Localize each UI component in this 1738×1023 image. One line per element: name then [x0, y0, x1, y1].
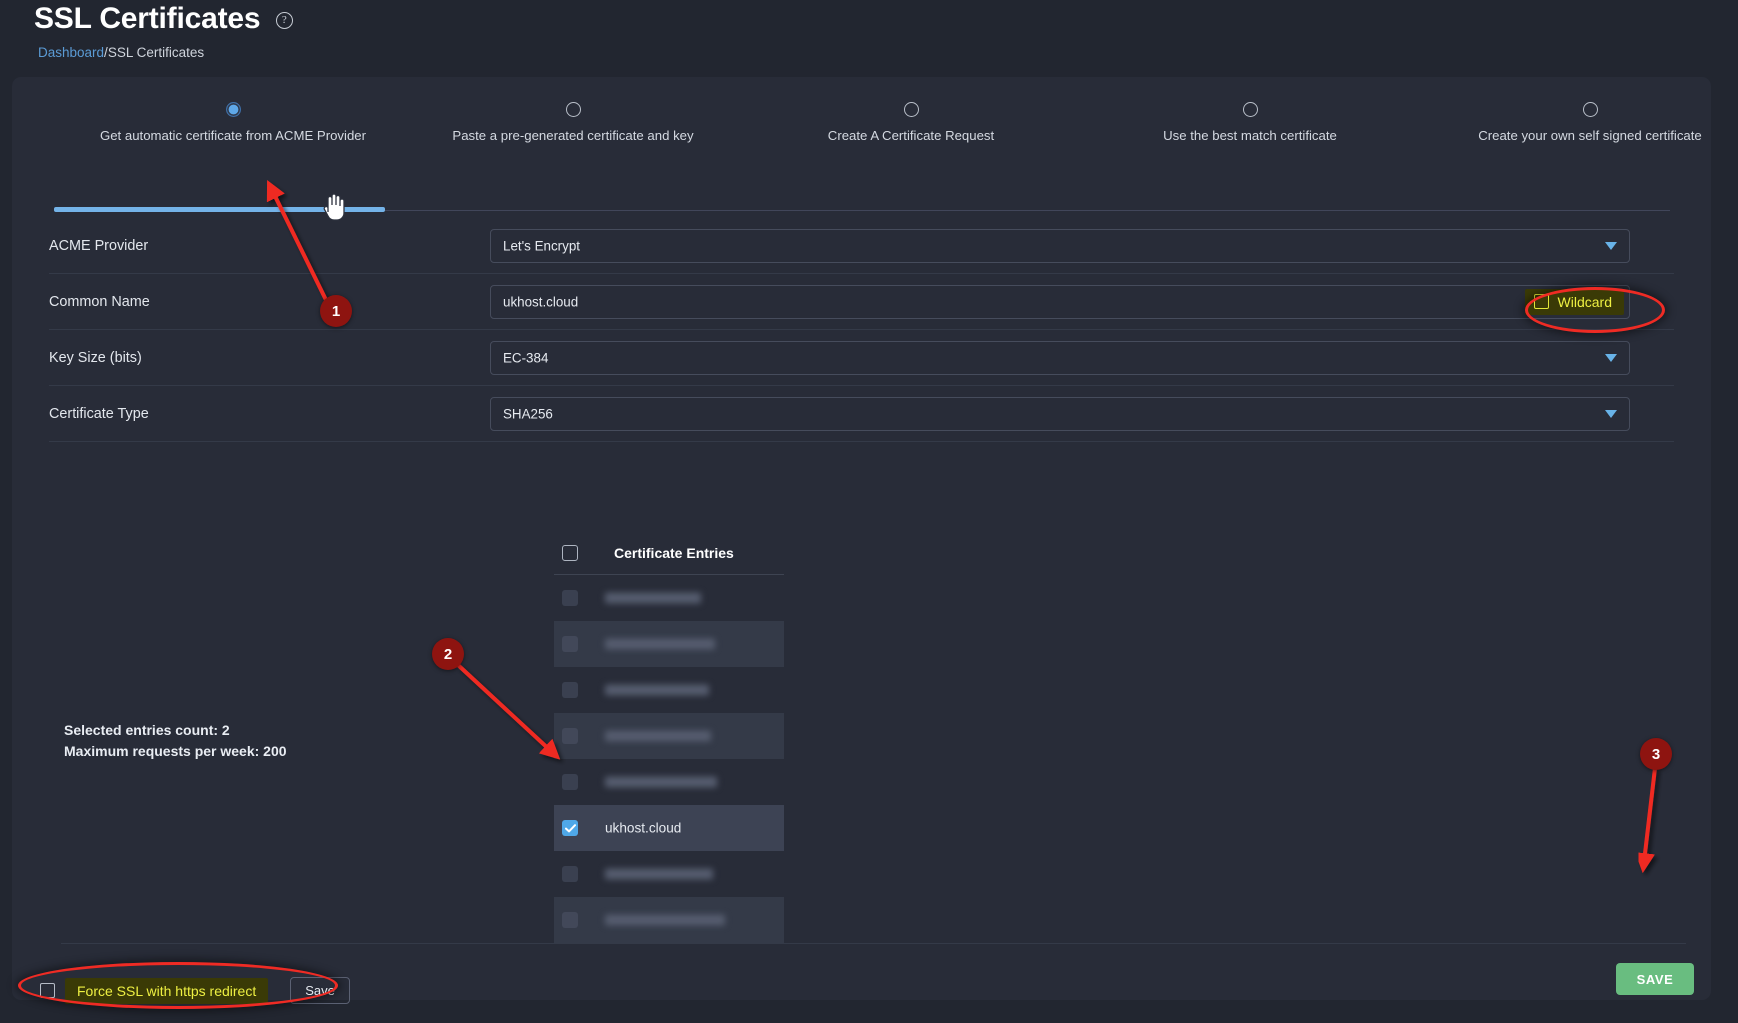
certificate-entries-list: Certificate Entries ukhost.cloud: [554, 543, 784, 943]
certificate-method-tab-4[interactable]: Create your own self signed certificate: [1445, 102, 1735, 145]
force-ssl-save-button[interactable]: Save: [290, 977, 350, 1004]
selection-summary: Selected entries count: 2 Maximum reques…: [64, 720, 287, 762]
certificate-entry-row[interactable]: ukhost.cloud: [554, 805, 784, 851]
entry-label-redacted: [605, 730, 711, 742]
wildcard-label: Wildcard: [1557, 293, 1612, 310]
entry-label: ukhost.cloud: [605, 820, 682, 836]
form-row-1: Common Name ukhost.cloud Wildcard: [49, 274, 1674, 330]
form-field-label: Common Name: [49, 293, 150, 310]
certificate-method-tab-3[interactable]: Use the best match certificate: [1105, 102, 1395, 145]
entry-checkbox[interactable]: [562, 912, 578, 928]
breadcrumb-current: SSL Certificates: [107, 45, 205, 60]
certificate-method-tab-label: Use the best match certificate: [1163, 128, 1337, 143]
radio-icon-4[interactable]: [1582, 102, 1598, 117]
selected-entries-count: Selected entries count: 2: [64, 722, 230, 738]
mouse-cursor-hand-icon: [320, 192, 346, 227]
force-ssl-row: Force SSL with https redirect Save: [40, 977, 350, 1004]
form-field-control-3[interactable]: SHA256: [490, 396, 1630, 431]
entry-checkbox[interactable]: [562, 636, 578, 652]
select-all-checkbox[interactable]: [562, 545, 578, 561]
chevron-down-icon[interactable]: [1605, 409, 1617, 418]
certificate-method-tabs: Get automatic certificate from ACME Prov…: [12, 102, 1711, 212]
certificate-entry-row[interactable]: [554, 713, 784, 759]
form-field-control-0[interactable]: Let's Encrypt: [490, 228, 1630, 263]
entry-checkbox[interactable]: [562, 820, 578, 836]
certificate-method-tab-label: Paste a pre-generated certificate and ke…: [452, 128, 694, 143]
entry-label-redacted: [605, 638, 715, 650]
footer-divider: [61, 943, 1686, 944]
annotation-badge-2: 2: [432, 638, 464, 670]
radio-icon-3[interactable]: [1242, 102, 1258, 117]
certificate-entry-row[interactable]: [554, 621, 784, 667]
entry-checkbox[interactable]: [562, 866, 578, 882]
form-field-control-1[interactable]: ukhost.cloud Wildcard: [490, 284, 1630, 319]
certificate-method-tab-label: Create your own self signed certificate: [1478, 128, 1702, 143]
breadcrumb: Dashboard/SSL Certificates: [38, 45, 204, 60]
form-row-2: Key Size (bits) EC-384: [49, 330, 1674, 386]
force-ssl-label: Force SSL with https redirect: [65, 977, 269, 1004]
entry-checkbox[interactable]: [562, 728, 578, 744]
entry-checkbox[interactable]: [562, 774, 578, 790]
save-button[interactable]: SAVE: [1616, 963, 1694, 995]
certificate-entry-row[interactable]: [554, 575, 784, 621]
certificate-entry-row[interactable]: [554, 667, 784, 713]
certificate-method-tab-1[interactable]: Paste a pre-generated certificate and ke…: [428, 102, 718, 145]
certificate-entry-row[interactable]: [554, 759, 784, 805]
annotation-badge-1: 1: [320, 295, 352, 327]
force-ssl-checkbox[interactable]: [40, 983, 55, 998]
certificate-method-tab-label: Get automatic certificate from ACME Prov…: [99, 128, 367, 143]
entry-checkbox[interactable]: [562, 590, 578, 606]
form-field-value: Let's Encrypt: [503, 238, 580, 253]
wildcard-toggle[interactable]: Wildcard: [1524, 288, 1624, 315]
form-field-value: EC-384: [503, 350, 549, 365]
entry-label-redacted: [605, 868, 713, 880]
entry-label-redacted: [605, 776, 717, 788]
breadcrumb-link-dashboard[interactable]: Dashboard: [38, 45, 104, 60]
page-root: SSL Certificates ? Dashboard/SSL Certifi…: [0, 0, 1738, 1023]
certificate-method-tab-label: Create A Certificate Request: [827, 128, 995, 143]
form-field-control-2[interactable]: EC-384: [490, 340, 1630, 375]
wildcard-checkbox[interactable]: [1533, 294, 1549, 309]
radio-icon-2[interactable]: [903, 102, 919, 117]
form-field-label: ACME Provider: [49, 237, 149, 254]
form-row-3: Certificate Type SHA256: [49, 386, 1674, 442]
entry-label-redacted: [605, 592, 701, 604]
chevron-down-icon[interactable]: [1605, 353, 1617, 362]
certificate-entry-row[interactable]: [554, 851, 784, 897]
radio-icon-1[interactable]: [565, 102, 581, 117]
page-title: SSL Certificates: [34, 2, 261, 35]
entry-label-redacted: [605, 684, 709, 696]
form-field-label: Certificate Type: [49, 405, 149, 422]
certificate-method-tab-2[interactable]: Create A Certificate Request: [766, 102, 1056, 145]
chevron-down-icon[interactable]: [1605, 241, 1617, 250]
question-mark-circle-icon[interactable]: ?: [275, 11, 293, 29]
certificate-entry-row[interactable]: [554, 897, 784, 943]
page-header: SSL Certificates ?: [34, 2, 293, 36]
maximum-requests-per-week: Maximum requests per week: 200: [64, 743, 287, 759]
entry-label-redacted: [605, 914, 725, 926]
form-field-value: SHA256: [503, 406, 553, 421]
annotation-badge-3: 3: [1640, 738, 1672, 770]
form-field-label: Key Size (bits): [49, 349, 142, 366]
entry-checkbox[interactable]: [562, 682, 578, 698]
certificate-entries-title: Certificate Entries: [614, 545, 734, 561]
form-field-value: ukhost.cloud: [503, 294, 579, 309]
ssl-certificates-panel: Get automatic certificate from ACME Prov…: [12, 77, 1711, 1000]
certificate-method-tab-0[interactable]: Get automatic certificate from ACME Prov…: [88, 102, 378, 145]
form-row-0: ACME Provider Let's Encrypt: [49, 218, 1674, 274]
certificate-entries-header: Certificate Entries: [554, 543, 784, 575]
radio-icon-0[interactable]: [225, 102, 241, 117]
certificate-form: ACME Provider Let's Encrypt Common Name ukh…: [12, 218, 1711, 442]
